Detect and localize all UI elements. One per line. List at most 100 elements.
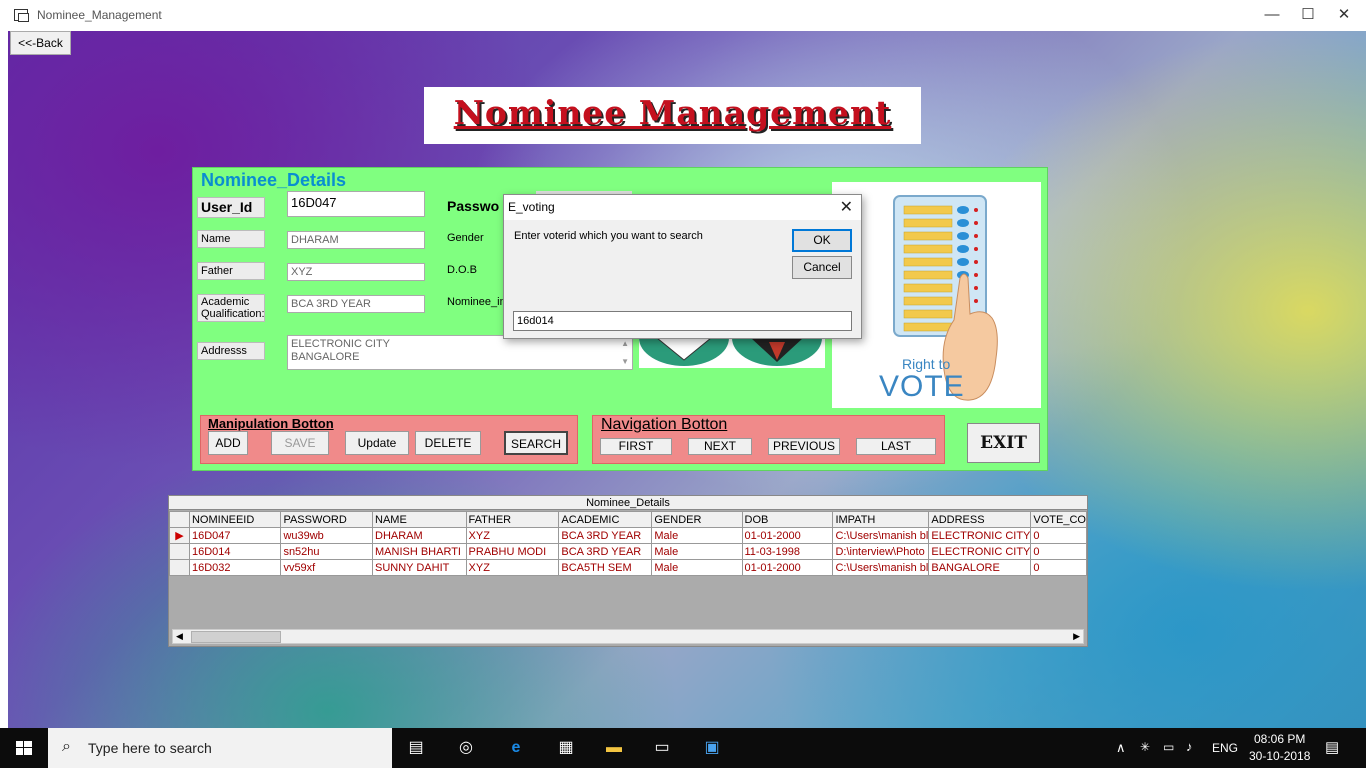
dialog-close-icon[interactable]: ✕	[840, 197, 853, 217]
column-header[interactable]: FATHER	[465, 511, 560, 528]
voterid-input[interactable]: 16d014	[513, 311, 852, 331]
grid-cell[interactable]: Male	[651, 559, 743, 576]
father-field[interactable]: XYZ	[287, 263, 425, 281]
column-header[interactable]: ACADEMIC	[558, 511, 653, 528]
grid-cell[interactable]: vv59xf	[280, 559, 373, 576]
table-row[interactable]: 16D032 vv59xf SUNNY DAHIT XYZ BCA5TH SEM…	[169, 559, 1087, 576]
grid-cell[interactable]: C:\Users\manish bl	[832, 527, 930, 544]
scroll-right-icon[interactable]: ▶	[1073, 630, 1080, 643]
column-header[interactable]: NAME	[372, 511, 467, 528]
nominee-photo-graphic	[639, 338, 825, 368]
column-header[interactable]: VOTE_CO	[1030, 511, 1087, 528]
volume-icon[interactable]: ♪	[1186, 739, 1193, 754]
back-button[interactable]: <<-Back	[10, 31, 71, 55]
cancel-button[interactable]: Cancel	[792, 256, 852, 279]
task-view-icon[interactable]: ▤	[404, 736, 428, 760]
grid-cell[interactable]: ELECTRONIC CITY	[928, 527, 1032, 544]
dob-label: D.O.B	[447, 264, 477, 276]
gender-label: Gender	[447, 232, 484, 244]
vote-caption-2: VOTE	[879, 370, 965, 403]
address-textarea[interactable]: ELECTRONIC CITY BANGALORE ▲ ▼	[287, 335, 633, 370]
first-button[interactable]: FIRST	[600, 438, 672, 455]
grid-cell[interactable]: PRABHU MODI	[465, 543, 560, 560]
minimize-button[interactable]: —	[1262, 6, 1282, 24]
row-selector-current-icon[interactable]: ▶	[169, 527, 190, 544]
delete-button[interactable]: DELETE	[415, 431, 481, 455]
grid-cell[interactable]: 11-03-1998	[741, 543, 834, 560]
scroll-left-icon[interactable]: ◀	[176, 630, 183, 643]
grid-cell[interactable]: DHARAM	[372, 527, 467, 544]
edge-browser-icon[interactable]: e	[504, 736, 528, 760]
grid-cell[interactable]: SUNNY DAHIT	[372, 559, 467, 576]
next-button[interactable]: NEXT	[688, 438, 752, 455]
grid-cell[interactable]: D:\interview\Photo	[832, 543, 930, 560]
notifications-icon[interactable]: ▤	[1325, 738, 1339, 756]
network-icon[interactable]: ✳	[1140, 740, 1150, 754]
add-button[interactable]: ADD	[208, 431, 248, 455]
scrollbar-thumb[interactable]	[191, 631, 281, 643]
table-row[interactable]: ▶ 16D047 wu39wb DHARAM XYZ BCA 3RD YEAR …	[169, 527, 1087, 544]
column-header[interactable]: ADDRESS	[928, 511, 1032, 528]
clock-date[interactable]: 30-10-2018	[1249, 749, 1310, 763]
start-button[interactable]	[0, 728, 48, 768]
close-window-button[interactable]: ✕	[1334, 6, 1354, 24]
password-label: Passwo	[447, 198, 500, 214]
grid-cell[interactable]: BCA 3RD YEAR	[558, 543, 653, 560]
previous-button[interactable]: PREVIOUS	[768, 438, 840, 455]
grid-cell[interactable]: 01-01-2000	[741, 527, 834, 544]
horizontal-scrollbar[interactable]: ◀ ▶	[172, 629, 1084, 644]
exit-button[interactable]: EXIT	[967, 423, 1040, 463]
grid-cell[interactable]: BANGALORE	[928, 559, 1032, 576]
grid-cell[interactable]: MANISH BHARTI	[372, 543, 467, 560]
grid-cell[interactable]: 16D047	[188, 527, 282, 544]
name-field[interactable]: DHARAM	[287, 231, 425, 249]
maximize-button[interactable]: ☐	[1298, 6, 1318, 24]
grid-cell[interactable]: wu39wb	[280, 527, 373, 544]
nominee-data-grid[interactable]: Nominee_Details NOMINEEID PASSWORD NAME …	[168, 495, 1088, 647]
command-prompt-icon[interactable]: ▭	[650, 736, 674, 760]
user-id-field[interactable]: 16D047	[287, 191, 425, 217]
cortana-icon[interactable]: ◎	[454, 736, 478, 760]
grid-cell[interactable]: C:\Users\manish bl	[832, 559, 930, 576]
save-button[interactable]: SAVE	[271, 431, 329, 455]
table-row[interactable]: 16D014 sn52hu MANISH BHARTI PRABHU MODI …	[169, 543, 1087, 560]
update-button[interactable]: Update	[345, 431, 409, 455]
ok-button[interactable]: OK	[792, 229, 852, 252]
nominee-photo	[639, 338, 825, 368]
grid-cell[interactable]: BCA5TH SEM	[558, 559, 653, 576]
column-header[interactable]: GENDER	[651, 511, 743, 528]
row-selector[interactable]	[169, 559, 190, 576]
grid-cell[interactable]: BCA 3RD YEAR	[558, 527, 653, 544]
file-explorer-icon[interactable]: ▬	[602, 736, 626, 760]
grid-cell[interactable]: sn52hu	[280, 543, 373, 560]
column-header[interactable]: IMPATH	[832, 511, 930, 528]
row-selector[interactable]	[169, 543, 190, 560]
grid-cell[interactable]: 01-01-2000	[741, 559, 834, 576]
grid-cell[interactable]: 0	[1030, 543, 1087, 560]
taskbar-search-box[interactable]: ⌕ Type here to search	[48, 728, 392, 768]
language-indicator[interactable]: ENG	[1212, 741, 1238, 755]
grid-cell[interactable]: Male	[651, 543, 743, 560]
grid-cell[interactable]: 0	[1030, 527, 1087, 544]
panel-title: Nominee_Details	[201, 170, 347, 190]
academic-field[interactable]: BCA 3RD YEAR	[287, 295, 425, 313]
running-app-icon[interactable]: ▣	[700, 736, 724, 760]
clock-time[interactable]: 08:06 PM	[1254, 732, 1305, 746]
column-header[interactable]: DOB	[741, 511, 834, 528]
last-button[interactable]: LAST	[856, 438, 936, 455]
grid-cell[interactable]: 16D032	[188, 559, 282, 576]
battery-icon[interactable]: ▭	[1163, 740, 1174, 754]
column-header[interactable]: PASSWORD	[280, 511, 373, 528]
grid-cell[interactable]: XYZ	[465, 559, 560, 576]
search-button[interactable]: SEARCH	[504, 431, 568, 455]
tray-chevron-icon[interactable]: ∧	[1116, 740, 1126, 756]
grid-cell[interactable]: ELECTRONIC CITY	[928, 543, 1032, 560]
name-label: Name	[197, 230, 265, 248]
scroll-down-icon[interactable]: ▼	[621, 355, 629, 368]
column-header[interactable]: NOMINEEID	[188, 511, 282, 528]
grid-cell[interactable]: 0	[1030, 559, 1087, 576]
grid-cell[interactable]: 16D014	[188, 543, 282, 560]
visual-basic-icon[interactable]: ▦	[554, 736, 578, 760]
grid-cell[interactable]: Male	[651, 527, 743, 544]
grid-cell[interactable]: XYZ	[465, 527, 560, 544]
